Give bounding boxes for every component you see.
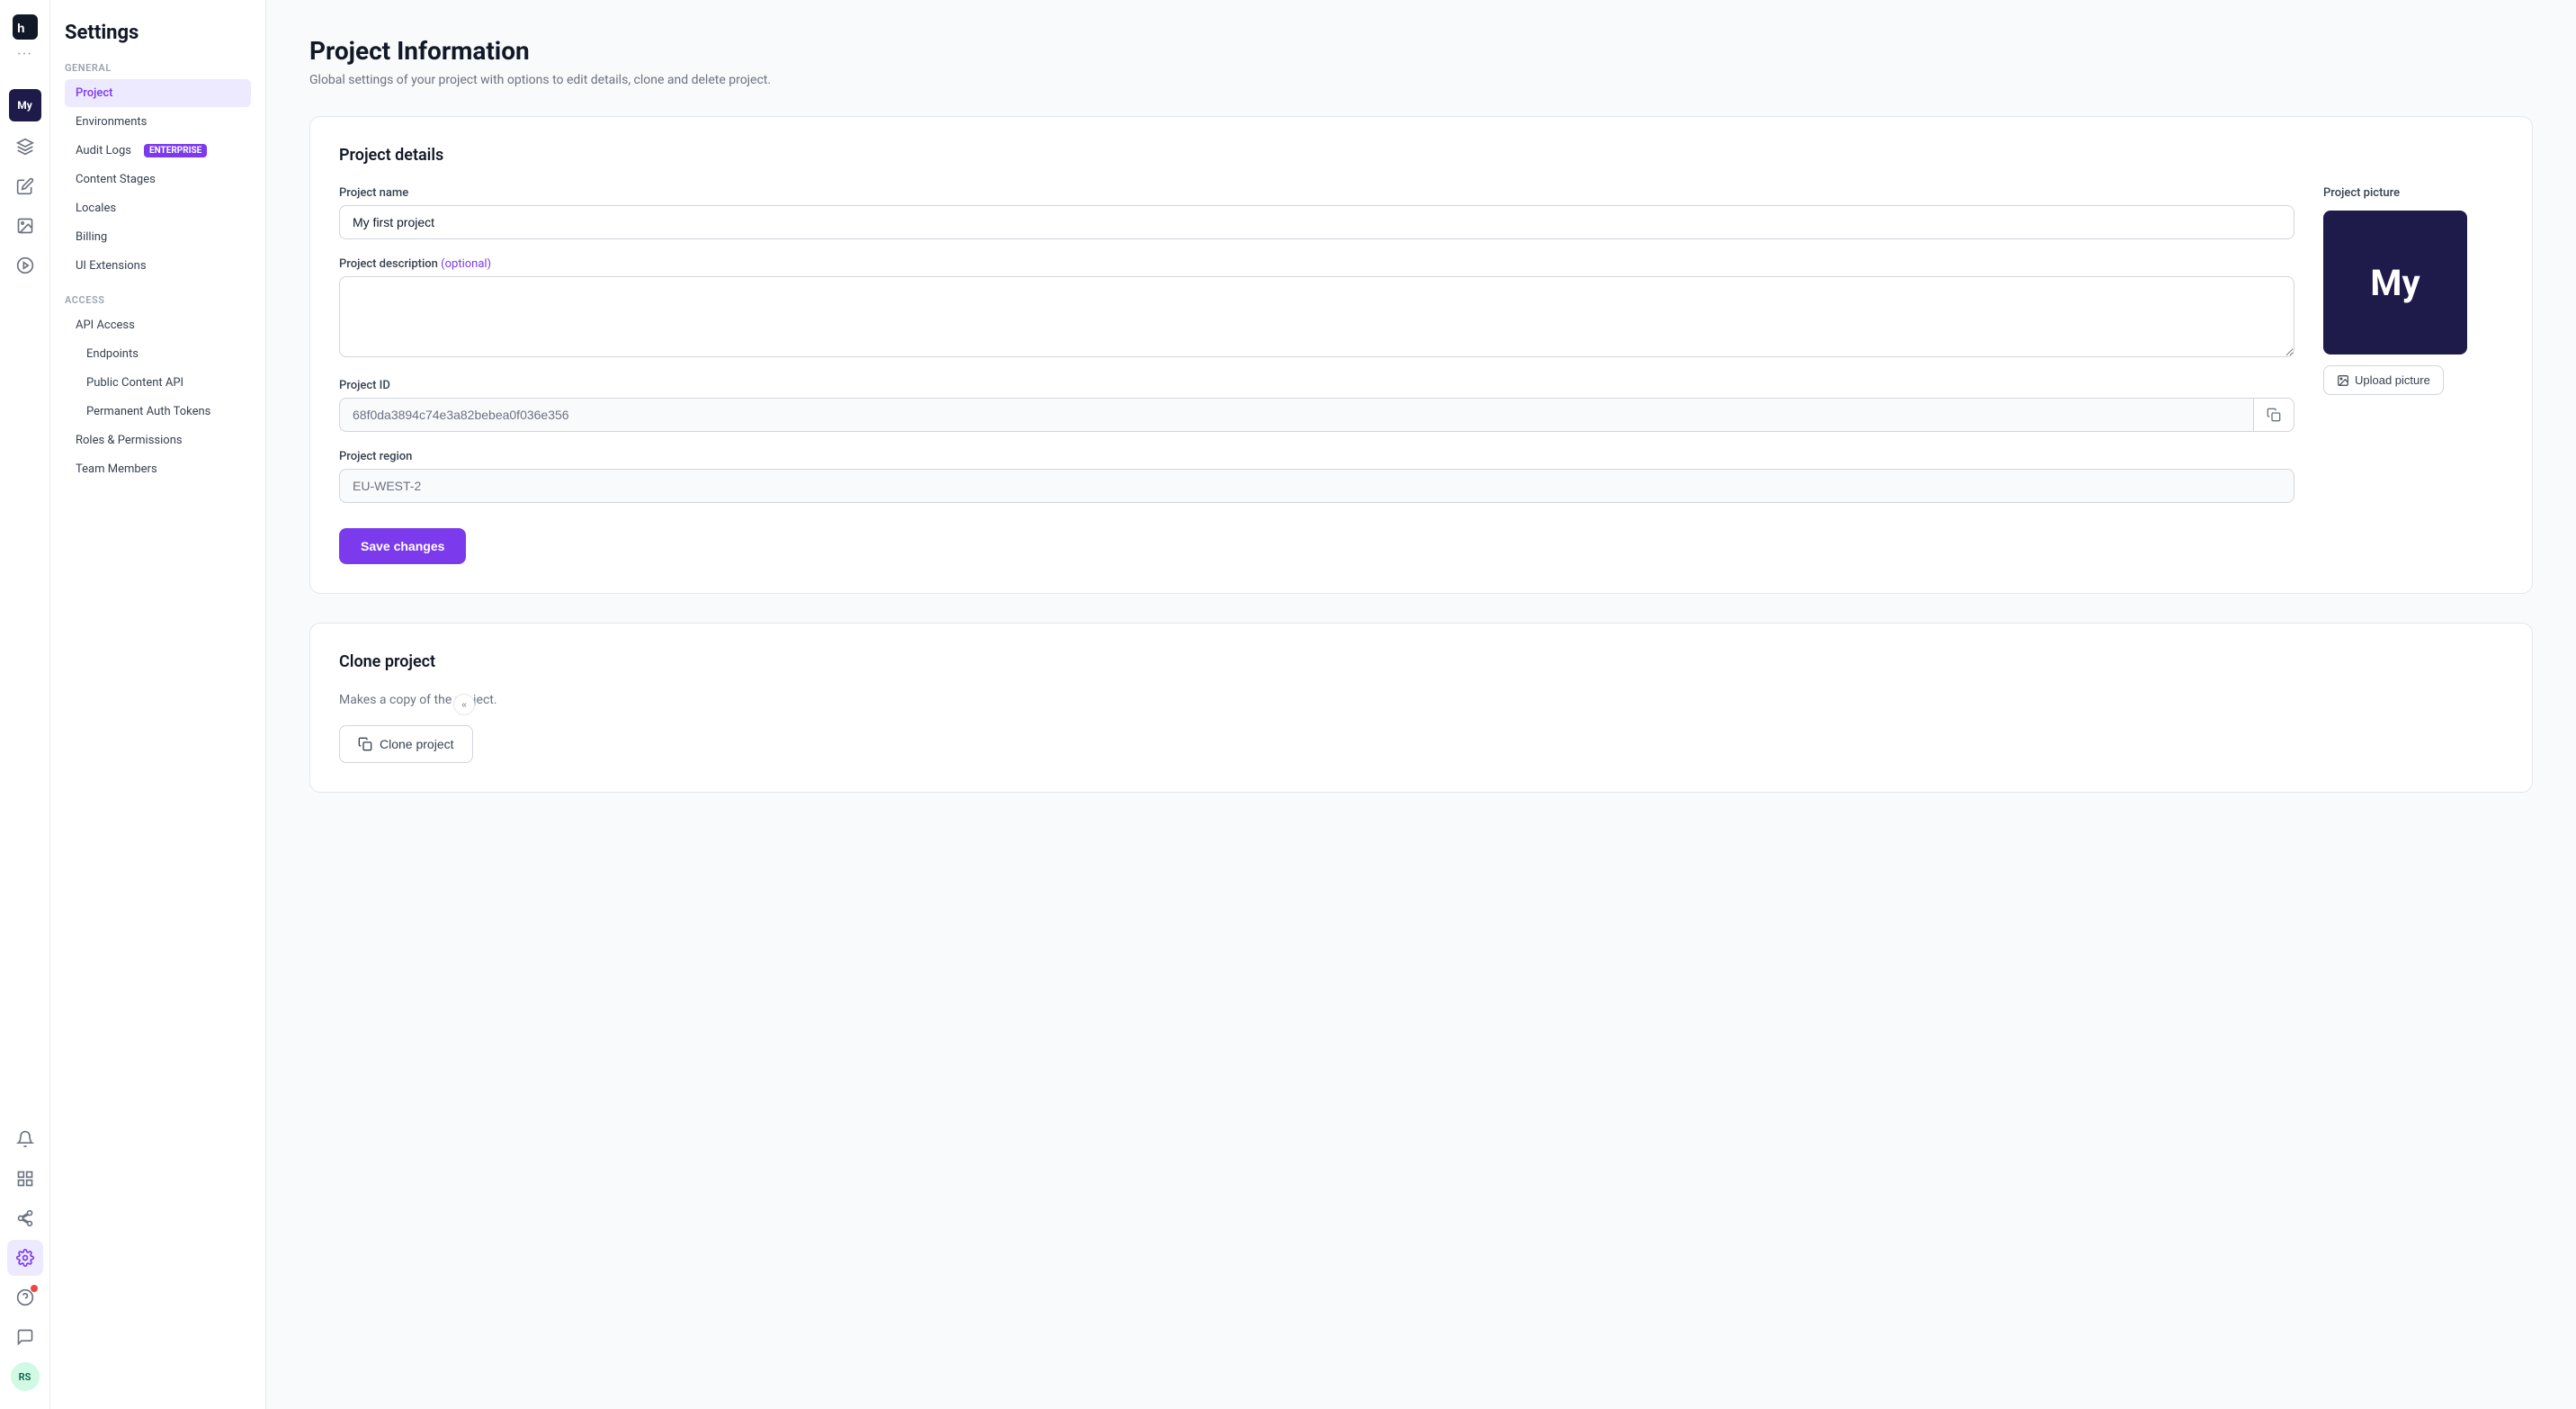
clone-project-button[interactable]: Clone project xyxy=(339,725,473,763)
project-region-label: Project region xyxy=(339,450,2294,463)
project-id-label: Project ID xyxy=(339,379,2294,392)
sidebar-item-content[interactable] xyxy=(7,168,43,204)
access-section-label: ACCESS xyxy=(65,294,251,306)
settings-nav-environments[interactable]: Environments xyxy=(65,108,251,136)
project-details-title: Project details xyxy=(339,146,2503,165)
sidebar-item-schema[interactable] xyxy=(7,129,43,165)
logo: h ··· xyxy=(13,14,38,64)
settings-nav-public-content-api[interactable]: Public Content API xyxy=(65,369,251,397)
upload-picture-button[interactable]: Upload picture xyxy=(2323,365,2444,395)
project-details-form-row: Project name Project description (option… xyxy=(339,186,2503,564)
project-picture-preview: My xyxy=(2323,211,2467,354)
project-details-left: Project name Project description (option… xyxy=(339,186,2294,564)
page-title: Project Information xyxy=(309,36,2533,66)
settings-title: Settings xyxy=(65,22,251,44)
project-details-card: Project details Project name Project des… xyxy=(309,116,2533,594)
clone-project-subtitle: Makes a copy of the project. xyxy=(339,693,2503,707)
hygraph-logo-icon: h xyxy=(13,14,38,40)
settings-nav-project[interactable]: Project xyxy=(65,79,251,107)
play-icon xyxy=(16,256,34,274)
project-name-group: Project name xyxy=(339,186,2294,239)
settings-nav-endpoints[interactable]: Endpoints xyxy=(65,340,251,368)
bell-icon xyxy=(16,1130,34,1148)
clone-project-card: Clone project Makes a copy of the projec… xyxy=(309,623,2533,793)
layers-icon xyxy=(16,138,34,156)
user-avatar[interactable]: RS xyxy=(7,1359,43,1395)
project-desc-group: Project description (optional) xyxy=(339,257,2294,361)
project-desc-textarea[interactable] xyxy=(339,276,2294,357)
chat-icon xyxy=(16,1328,34,1346)
grid-icon xyxy=(16,1170,34,1188)
settings-nav-content-stages[interactable]: Content Stages xyxy=(65,166,251,193)
webhook-icon xyxy=(16,1209,34,1227)
copy-project-id-button[interactable] xyxy=(2254,398,2294,432)
project-region-input xyxy=(339,469,2294,503)
icon-navigation: h ··· My RS xyxy=(0,0,50,1409)
sidebar-item-contact-support[interactable] xyxy=(7,1319,43,1355)
settings-nav-ui-extensions[interactable]: UI Extensions xyxy=(65,252,251,280)
settings-nav-team-members[interactable]: Team Members xyxy=(65,455,251,483)
project-id-input xyxy=(339,398,2254,432)
enterprise-badge: ENTERPRISE xyxy=(144,144,207,157)
nav-bottom: RS xyxy=(7,1121,43,1395)
project-desc-label: Project description (optional) xyxy=(339,257,2294,271)
project-picture-label: Project picture xyxy=(2323,186,2400,200)
menu-dots[interactable]: ··· xyxy=(17,45,32,64)
project-region-group: Project region xyxy=(339,450,2294,503)
sidebar-item-api-playground[interactable] xyxy=(7,247,43,283)
settings-sidebar: Settings GENERAL Project Environments Au… xyxy=(50,0,266,1409)
project-name-label: Project name xyxy=(339,186,2294,200)
settings-nav-billing[interactable]: Billing xyxy=(65,223,251,251)
project-id-input-wrapper xyxy=(339,398,2294,432)
user-avatar-circle: RS xyxy=(11,1362,40,1391)
collapse-sidebar-button[interactable]: « xyxy=(453,694,475,715)
help-notification-dot xyxy=(31,1285,38,1292)
sidebar-item-notifications[interactable] xyxy=(7,1121,43,1157)
image-icon xyxy=(16,217,34,235)
upload-icon xyxy=(2337,374,2349,387)
settings-nav-roles-permissions[interactable]: Roles & Permissions xyxy=(65,426,251,454)
sidebar-item-apps[interactable] xyxy=(7,1161,43,1197)
sidebar-item-project-settings[interactable] xyxy=(7,1240,43,1276)
settings-nav-audit-logs[interactable]: Audit Logs ENTERPRISE xyxy=(65,137,251,165)
copy-icon xyxy=(2267,408,2281,422)
clone-icon xyxy=(358,737,372,751)
optional-label: (optional) xyxy=(441,257,491,271)
edit-icon xyxy=(16,177,34,195)
clone-project-title: Clone project xyxy=(339,652,2503,671)
sidebars-wrapper: Settings GENERAL Project Environments Au… xyxy=(50,0,266,1409)
settings-nav-locales[interactable]: Locales xyxy=(65,194,251,222)
project-avatar[interactable]: My xyxy=(9,89,41,121)
sidebar-item-webhooks[interactable] xyxy=(7,1200,43,1236)
project-picture-section: Project picture My Upload picture xyxy=(2323,186,2503,395)
settings-nav-api-access[interactable]: API Access xyxy=(65,311,251,339)
page-subtitle: Global settings of your project with opt… xyxy=(309,73,2533,87)
settings-nav-permanent-auth-tokens[interactable]: Permanent Auth Tokens xyxy=(65,398,251,426)
svg-text:h: h xyxy=(17,21,25,35)
main-content: Project Information Global settings of y… xyxy=(266,0,2576,1409)
project-name-input[interactable] xyxy=(339,205,2294,239)
project-id-group: Project ID xyxy=(339,379,2294,432)
gear-icon xyxy=(16,1249,34,1267)
sidebar-item-assets[interactable] xyxy=(7,208,43,244)
save-changes-button[interactable]: Save changes xyxy=(339,528,466,564)
general-section-label: GENERAL xyxy=(65,62,251,74)
sidebar-item-help[interactable] xyxy=(7,1279,43,1315)
